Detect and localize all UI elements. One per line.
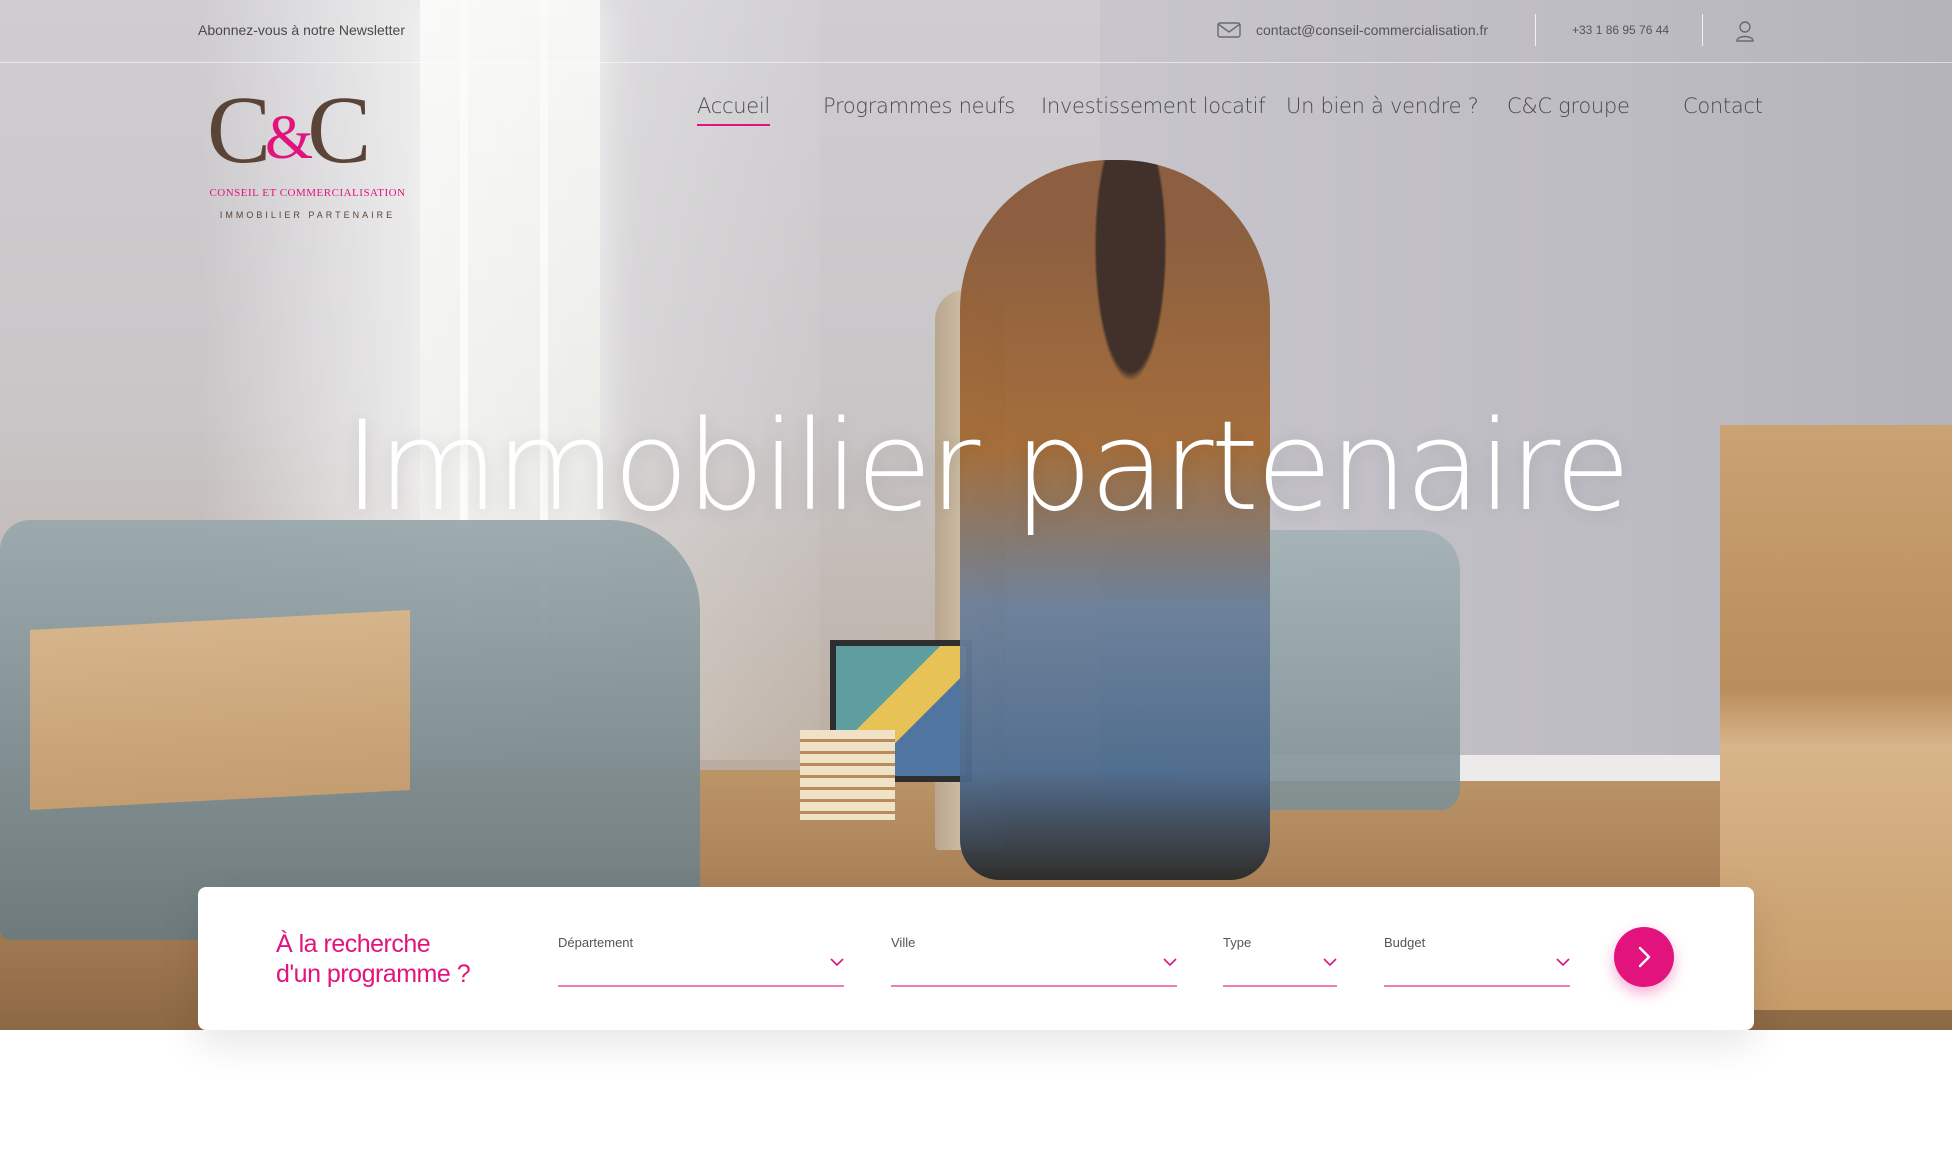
logo-subtitle: CONSEIL ET COMMERCIALISATION <box>209 187 406 199</box>
field-underline <box>1384 985 1570 987</box>
top-bar: Abonnez-vous à notre Newsletter contact@… <box>0 0 1952 63</box>
email-link[interactable]: contact@conseil-commercialisation.fr <box>1256 22 1488 38</box>
top-divider <box>1535 14 1536 46</box>
nav-item-cc-groupe[interactable]: C&C groupe <box>1507 94 1630 118</box>
chevron-down-icon <box>1323 958 1337 967</box>
logo-tagline: IMMOBILIER PARTENAIRE <box>219 210 396 220</box>
departement-select[interactable]: Département <box>558 935 844 987</box>
brand-logo[interactable]: C&C CONSEIL ET COMMERCIALISATION IMMOBIL… <box>195 82 420 227</box>
search-submit-button[interactable] <box>1614 927 1674 987</box>
chevron-down-icon <box>1163 958 1177 967</box>
type-select[interactable]: Type <box>1223 935 1337 987</box>
program-search-card: À la recherche d'un programme ? Départem… <box>198 887 1754 1030</box>
nav-item-investissement-locatif[interactable]: Investissement locatif <box>1041 94 1266 118</box>
user-icon[interactable] <box>1735 20 1755 42</box>
hero-headline: Immobilier partenaire <box>344 395 1631 539</box>
mail-icon <box>1217 22 1241 38</box>
logo-wordmark: C&C <box>207 76 371 183</box>
search-title: À la recherche d'un programme ? <box>276 930 471 988</box>
top-divider <box>1702 14 1703 46</box>
type-label: Type <box>1223 935 1252 950</box>
ville-label: Ville <box>891 935 916 950</box>
nav-item-contact[interactable]: Contact <box>1683 94 1763 118</box>
nav-item-programmes-neufs[interactable]: Programmes neufs <box>823 94 1015 118</box>
hero-box-left <box>30 610 410 810</box>
chevron-right-icon <box>1638 946 1651 968</box>
phone-number[interactable]: +33 1 86 95 76 44 <box>1572 23 1669 37</box>
field-underline <box>558 985 844 987</box>
budget-select[interactable]: Budget <box>1384 935 1570 987</box>
field-underline <box>891 985 1177 987</box>
chevron-down-icon <box>1556 958 1570 967</box>
field-underline <box>1223 985 1337 987</box>
hero-books <box>800 730 895 820</box>
nav-item-un-bien-a-vendre[interactable]: Un bien à vendre ? <box>1286 94 1479 118</box>
departement-label: Département <box>558 935 634 950</box>
chevron-down-icon <box>830 958 844 967</box>
nav-item-accueil[interactable]: Accueil <box>697 94 770 126</box>
newsletter-link[interactable]: Abonnez-vous à notre Newsletter <box>198 22 405 38</box>
ville-select[interactable]: Ville <box>891 935 1177 987</box>
budget-label: Budget <box>1384 935 1426 950</box>
